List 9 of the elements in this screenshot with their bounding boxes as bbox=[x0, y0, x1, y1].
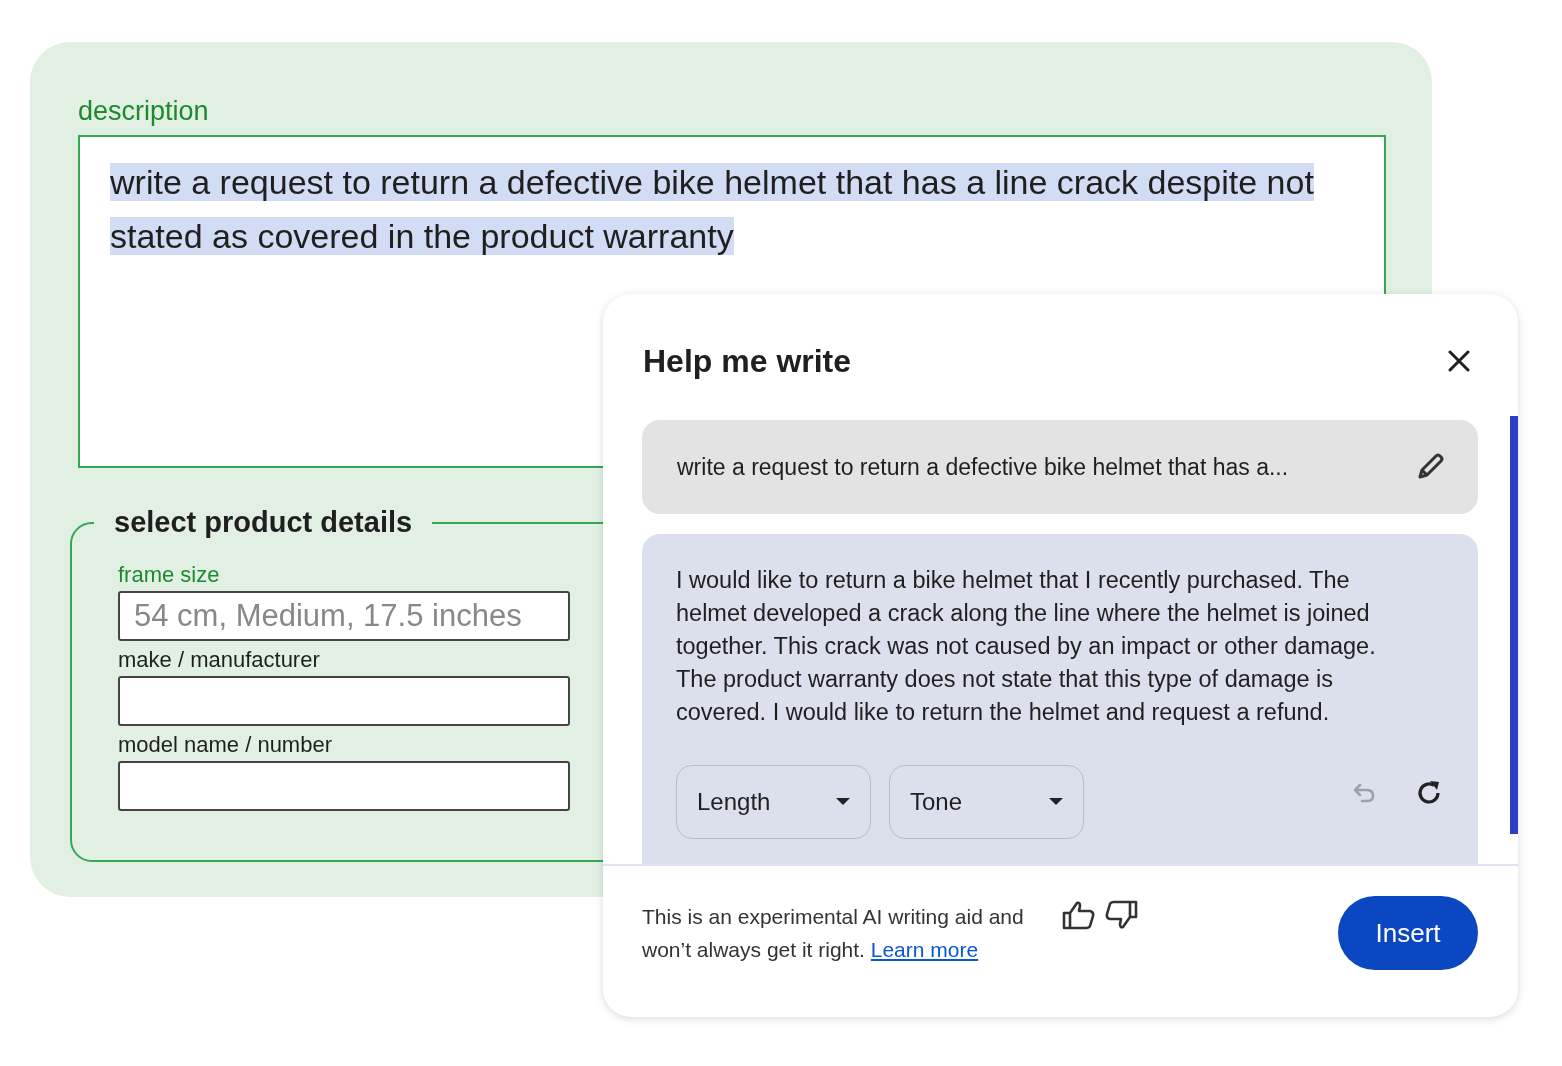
field-label: make / manufacturer bbox=[118, 647, 320, 673]
field-label: frame size bbox=[118, 562, 220, 588]
response-text: I would like to return a bike helmet that I recently purchased. The helmet developed a crack along the line where the helmet is joined together. This crack was not caused by an impact or other damage. The product warranty does not state that this type of damage is covered. I would like to return the helmet and request a refund. bbox=[676, 566, 1377, 727]
prompt-text: write a request to return a defective bike helmet that has a... bbox=[677, 453, 1289, 481]
field-label: description bbox=[78, 96, 210, 127]
selected-text: write a request to return a defective bike helmet that has a line crack despite not stated as covered in the product warranty bbox=[110, 162, 1315, 257]
dialog-title: Help me write bbox=[643, 342, 852, 380]
disclaimer-text: This is an experimental AI writing aid and won’t always get it right. Learn more bbox=[642, 904, 1025, 963]
field-label: model name / number bbox=[118, 732, 332, 758]
